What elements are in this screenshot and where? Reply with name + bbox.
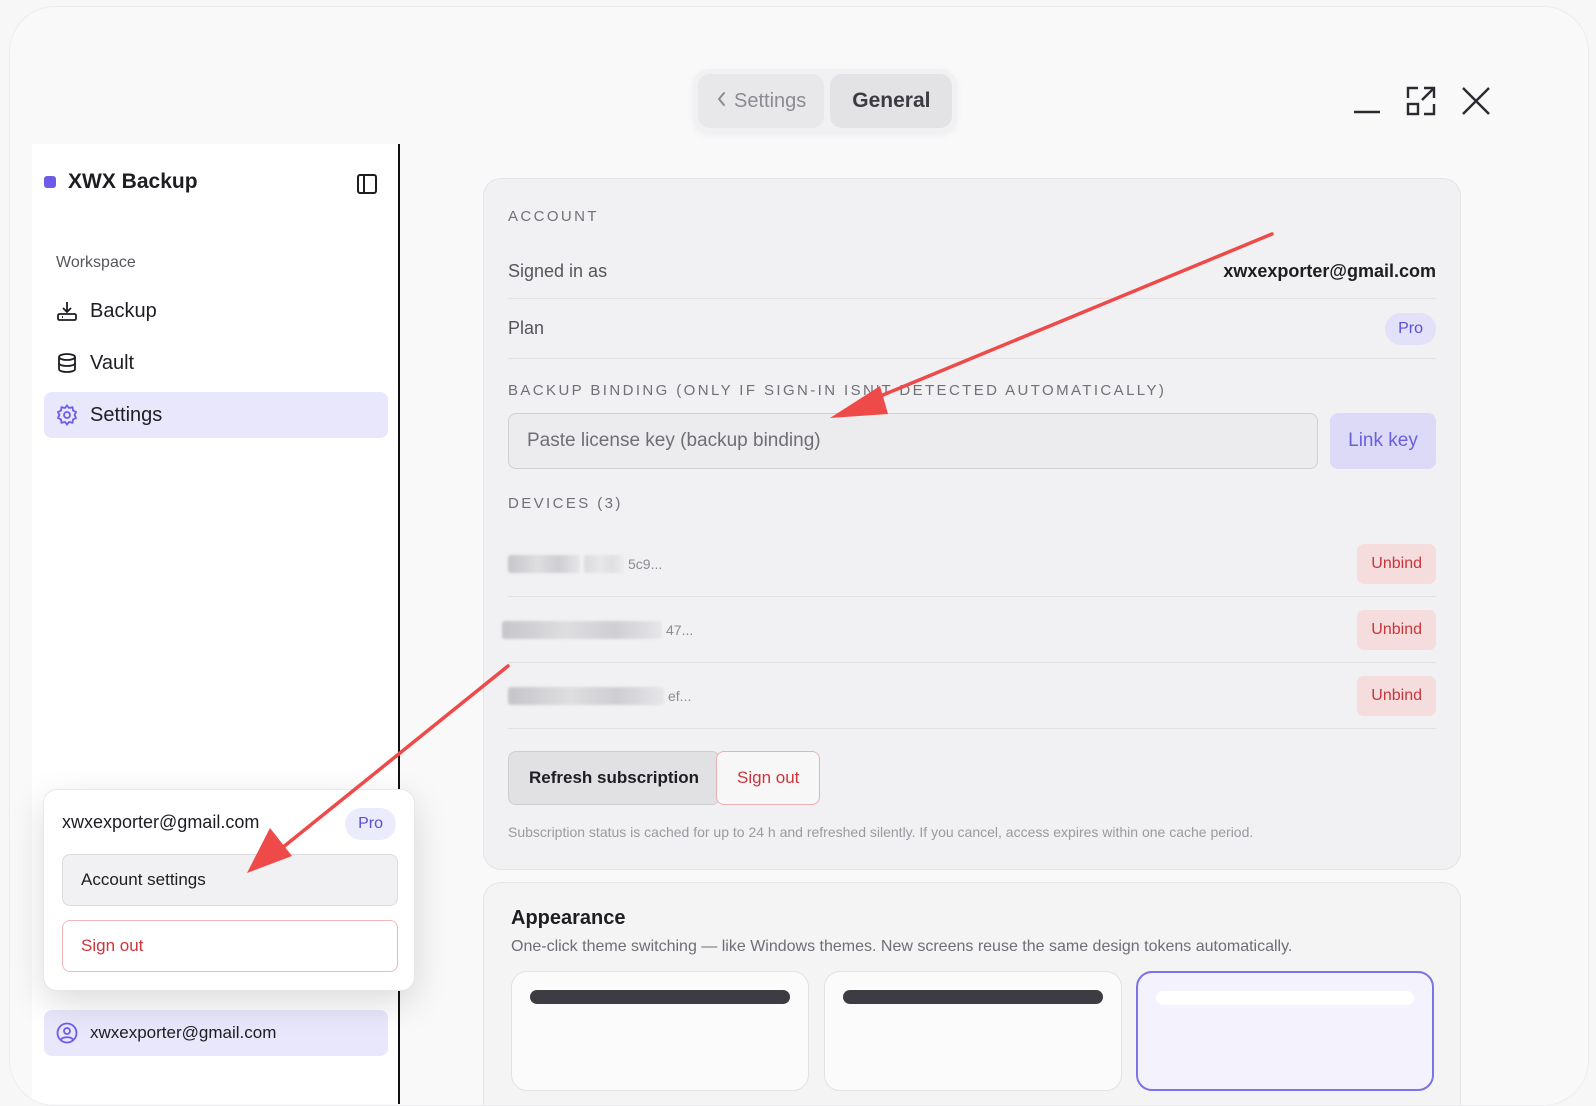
redacted-block <box>508 554 580 573</box>
sidebar-item-settings[interactable]: Settings <box>44 392 388 438</box>
appearance-title: Appearance <box>511 907 626 929</box>
popover-email: xwxexporter@gmail.com <box>62 812 260 832</box>
maximize-button[interactable] <box>1401 83 1441 123</box>
gear-icon <box>56 404 78 426</box>
download-tray-icon <box>56 300 78 322</box>
popover-plan-badge: Pro <box>345 808 396 840</box>
devices-title: DEVICES (3) <box>508 495 623 512</box>
minimize-icon <box>1352 86 1382 121</box>
back-label: Settings <box>734 89 807 112</box>
subscription-note: Subscription status is cached for up to … <box>508 824 1254 840</box>
device-row: ef... Unbind <box>508 663 1436 729</box>
account-card: ACCOUNT Signed in as xwxexporter@gmail.c… <box>483 178 1461 870</box>
sidebar-panel-icon <box>356 174 378 199</box>
brand-name: XWX Backup <box>68 170 198 193</box>
workspace-section-label: Workspace <box>56 254 136 271</box>
unbind-button[interactable]: Unbind <box>1357 543 1436 584</box>
minimize-button[interactable] <box>1347 83 1387 123</box>
maximize-icon <box>1405 85 1437 122</box>
device-id: 47... <box>502 620 694 639</box>
account-section-title: ACCOUNT <box>508 208 599 225</box>
theme-preview <box>1156 991 1414 1005</box>
redacted-block <box>502 620 662 639</box>
plan-badge: Pro <box>1385 312 1436 345</box>
device-id-suffix: 5c9... <box>628 555 663 572</box>
sidebar-item-label: Vault <box>90 351 135 374</box>
plan-row: Plan Pro <box>508 299 1436 359</box>
plan-label: Plan <box>508 318 545 338</box>
device-id-suffix: 47... <box>666 621 694 638</box>
sidebar-item-vault[interactable]: Vault <box>44 340 388 386</box>
sidebar-item-backup[interactable]: Backup <box>44 288 388 334</box>
signed-in-email: xwxexporter@gmail.com <box>1223 261 1436 281</box>
brand: XWX Backup <box>44 170 198 194</box>
appearance-subtitle: One-click theme switching — like Windows… <box>511 938 1293 955</box>
database-icon <box>56 352 78 374</box>
brand-dot <box>44 176 56 188</box>
backup-binding-title: BACKUP BINDING (ONLY IF SIGN-IN ISN'T DE… <box>508 382 1167 399</box>
user-circle-icon <box>56 1022 78 1044</box>
sidebar-item-label: Settings <box>90 403 163 426</box>
user-email: xwxexporter@gmail.com <box>90 1023 277 1042</box>
breadcrumb: Settings General <box>693 69 958 133</box>
device-row: 5c9... Unbind <box>508 531 1436 597</box>
signed-in-row: Signed in as xwxexporter@gmail.com <box>508 245 1436 299</box>
link-key-button[interactable]: Link key <box>1330 413 1436 469</box>
sidebar-item-label: Backup <box>90 299 157 322</box>
device-id-suffix: ef... <box>668 687 692 704</box>
license-key-input[interactable] <box>508 413 1318 469</box>
account-settings-button[interactable]: Account settings <box>62 854 398 906</box>
close-icon <box>1461 86 1491 121</box>
unbind-button[interactable]: Unbind <box>1357 609 1436 650</box>
back-to-settings-button[interactable]: Settings <box>698 74 825 128</box>
collapse-sidebar-button[interactable] <box>356 173 378 195</box>
popover-sign-out-button[interactable]: Sign out <box>62 920 398 972</box>
theme-preview <box>843 990 1103 1004</box>
appearance-card: Appearance One-click theme switching — l… <box>483 882 1461 1105</box>
device-id: ef... <box>508 686 692 705</box>
unbind-button[interactable]: Unbind <box>1357 675 1436 716</box>
refresh-subscription-button[interactable]: Refresh subscription <box>508 751 721 805</box>
device-id: 5c9... <box>508 554 663 573</box>
theme-preview <box>530 990 790 1004</box>
redacted-block <box>508 686 664 705</box>
theme-option-selected[interactable] <box>1136 971 1434 1091</box>
close-button[interactable] <box>1456 83 1496 123</box>
chevron-left-icon <box>716 90 728 113</box>
signed-in-label: Signed in as <box>508 261 608 281</box>
redacted-block <box>584 554 624 573</box>
theme-option-dark-alt[interactable] <box>824 971 1122 1091</box>
device-row: 47... Unbind <box>502 597 1436 663</box>
theme-option-dark[interactable] <box>511 971 809 1091</box>
sign-out-button[interactable]: Sign out <box>716 751 821 805</box>
user-account-chip[interactable]: xwxexporter@gmail.com <box>44 1010 388 1056</box>
account-popover: xwxexporter@gmail.com Pro Account settin… <box>43 789 415 991</box>
current-page-label: General <box>830 74 953 128</box>
